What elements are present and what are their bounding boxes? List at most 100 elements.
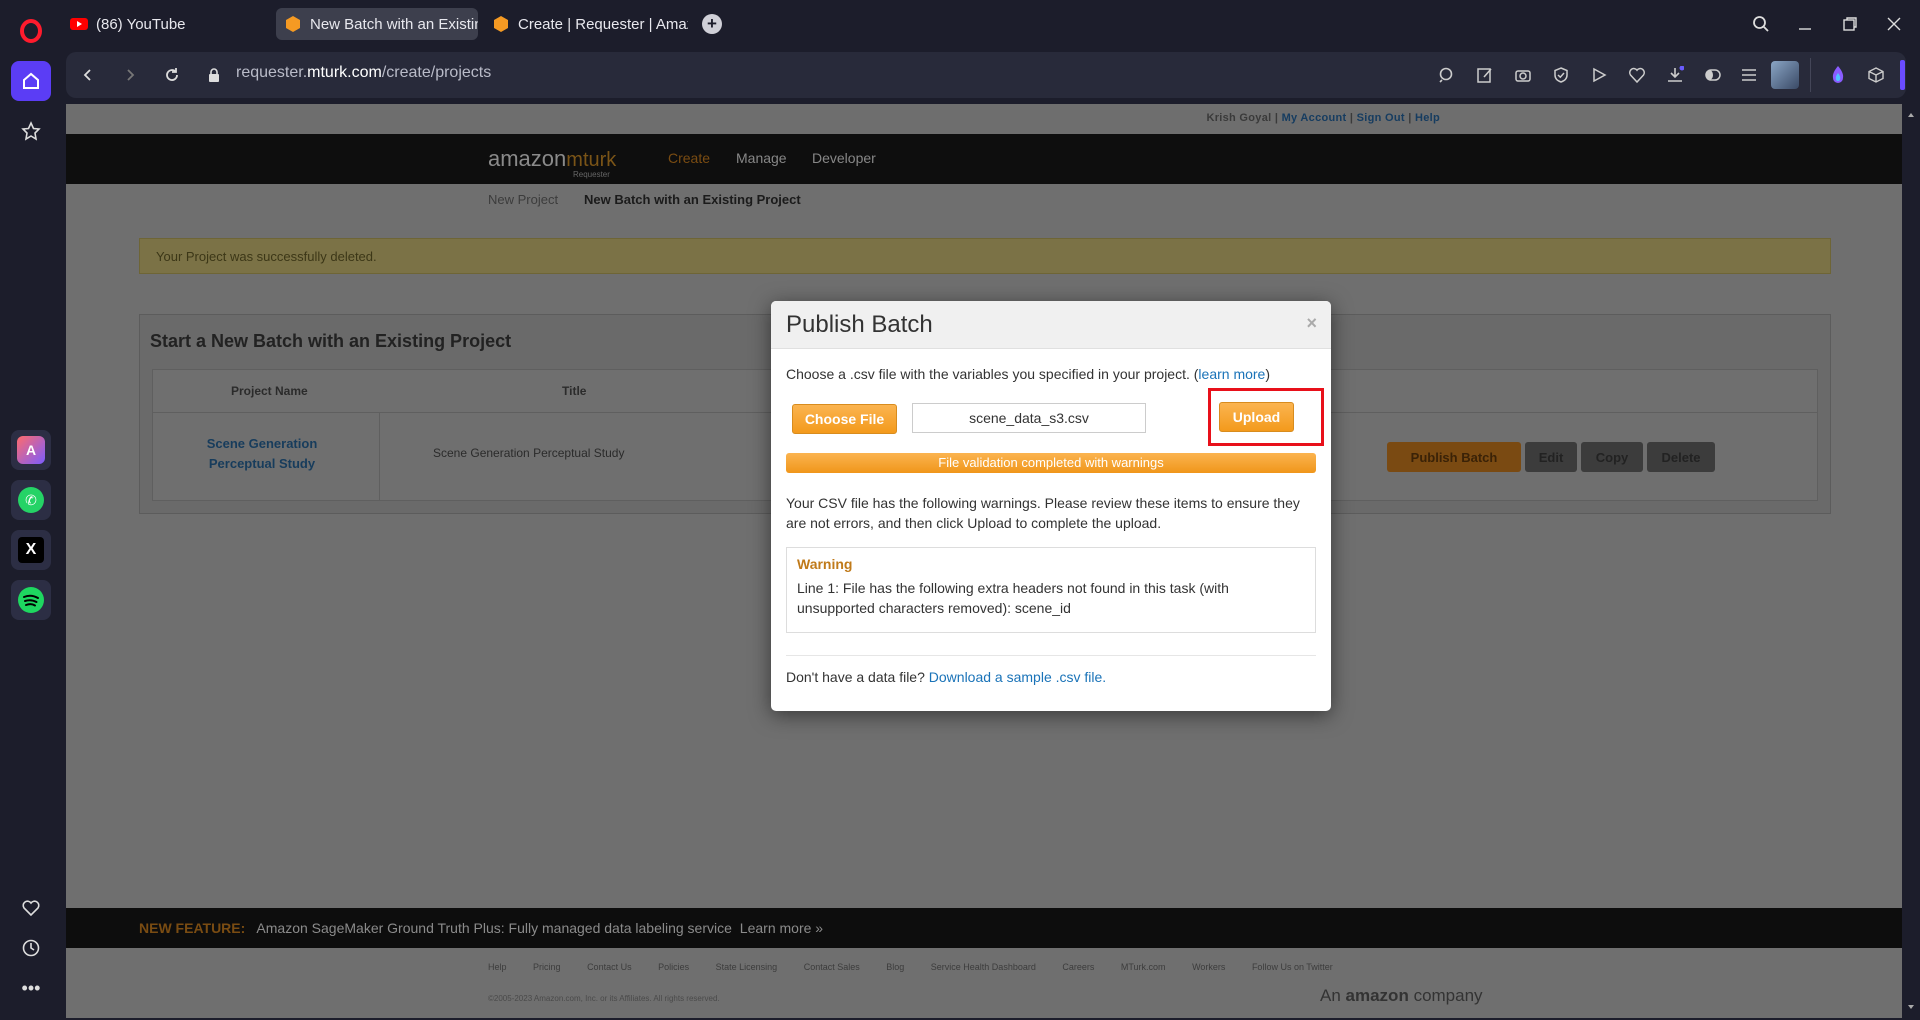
tab-label: (86) YouTube bbox=[96, 15, 186, 33]
tab-new-batch[interactable]: New Batch with an Existing bbox=[276, 8, 478, 40]
extensions-cube-icon[interactable] bbox=[1865, 64, 1887, 86]
footer-link[interactable]: Help bbox=[488, 962, 507, 972]
search-tabs-icon[interactable] bbox=[1747, 10, 1775, 38]
back-icon[interactable] bbox=[76, 63, 100, 87]
play-icon[interactable] bbox=[1588, 64, 1610, 86]
more-icon[interactable]: ••• bbox=[11, 968, 51, 1008]
heart-icon[interactable] bbox=[1626, 64, 1648, 86]
minimize-icon[interactable] bbox=[1791, 10, 1819, 38]
whatsapp-icon[interactable]: ✆ bbox=[11, 480, 51, 520]
aria-flame-icon[interactable] bbox=[1827, 64, 1849, 86]
amazon-company-prefix: An bbox=[1320, 986, 1341, 1005]
publish-batch-button[interactable]: Publish Batch bbox=[1387, 442, 1521, 472]
project-name-link[interactable]: Scene Generation Perceptual Study bbox=[173, 434, 351, 474]
reload-icon[interactable] bbox=[160, 63, 184, 87]
col-divider bbox=[379, 412, 380, 500]
warning-box: Warning Line 1: File has the following e… bbox=[786, 547, 1316, 633]
opera-logo-icon[interactable] bbox=[11, 11, 51, 51]
logo-sub: Requester bbox=[573, 170, 610, 179]
footer-links: Help Pricing Contact Us Policies State L… bbox=[488, 962, 1357, 972]
modal-instruction: Choose a .csv file with the variables yo… bbox=[786, 366, 1270, 382]
camera-icon[interactable] bbox=[1512, 64, 1534, 86]
footer-link[interactable]: MTurk.com bbox=[1121, 962, 1166, 972]
publish-batch-modal: Publish Batch × Choose a .csv file with … bbox=[771, 301, 1331, 711]
footer-link[interactable]: Contact Us bbox=[587, 962, 632, 972]
divider bbox=[1810, 58, 1811, 92]
page-scrollbar[interactable] bbox=[1904, 104, 1918, 1018]
download-sample-link[interactable]: Download a sample .csv file. bbox=[929, 669, 1106, 685]
my-account-link[interactable]: My Account bbox=[1282, 112, 1347, 124]
url-domain: mturk.com bbox=[307, 64, 382, 81]
edit-button[interactable]: Edit bbox=[1525, 442, 1577, 472]
data-file-prompt: Don't have a data file? Download a sampl… bbox=[786, 669, 1106, 685]
forward-icon[interactable] bbox=[118, 63, 142, 87]
mturk-logo[interactable]: amazonmturk Requester bbox=[488, 146, 617, 179]
tab-bar: (86) YouTube New Batch with an Existing … bbox=[62, 0, 1920, 48]
bookmarks-icon[interactable] bbox=[11, 111, 51, 151]
youtube-icon bbox=[70, 15, 88, 33]
restore-icon[interactable] bbox=[1836, 10, 1864, 38]
footer-link[interactable]: Contact Sales bbox=[804, 962, 860, 972]
footer-link[interactable]: Workers bbox=[1192, 962, 1225, 972]
address-bar: requester.mturk.com/create/projects bbox=[66, 52, 1906, 98]
footer-link[interactable]: State Licensing bbox=[716, 962, 778, 972]
logo-amazon: amazon bbox=[488, 146, 567, 171]
footer-twitter-link[interactable]: Follow Us on Twitter bbox=[1252, 962, 1333, 972]
breadcrumb-new-project[interactable]: New Project bbox=[488, 192, 558, 207]
easy-setup-icon[interactable] bbox=[1702, 64, 1724, 86]
new-tab-icon[interactable]: + bbox=[702, 14, 722, 34]
nav-create[interactable]: Create bbox=[668, 150, 710, 166]
success-alert: Your Project was successfully deleted. bbox=[139, 238, 1831, 274]
nav-manage[interactable]: Manage bbox=[736, 150, 787, 166]
top-strip: Krish Goyal | My Account | Sign Out | He… bbox=[66, 104, 1902, 134]
upload-button[interactable]: Upload bbox=[1219, 402, 1294, 432]
footer-link[interactable]: Careers bbox=[1062, 962, 1094, 972]
mturk-icon bbox=[284, 15, 302, 33]
scroll-up-icon[interactable] bbox=[1904, 108, 1918, 122]
download-icon[interactable] bbox=[1664, 64, 1686, 86]
history-icon[interactable] bbox=[11, 928, 51, 968]
avatar[interactable] bbox=[1771, 61, 1799, 89]
home-icon[interactable] bbox=[11, 61, 51, 101]
amazon-company-suffix: company bbox=[1413, 986, 1483, 1005]
banner-learn-more-link[interactable]: Learn more » bbox=[740, 920, 823, 936]
edit-icon[interactable] bbox=[1474, 64, 1496, 86]
sidebar-toggle[interactable] bbox=[1900, 60, 1905, 90]
copy-button[interactable]: Copy bbox=[1581, 442, 1643, 472]
file-name-field[interactable]: scene_data_s3.csv bbox=[912, 403, 1146, 433]
aria-app-icon[interactable]: A bbox=[11, 430, 51, 470]
logo-mturk: mturk bbox=[566, 149, 617, 171]
banner-text: Amazon SageMaker Ground Truth Plus: Full… bbox=[256, 920, 732, 936]
instruction-text: Choose a .csv file with the variables yo… bbox=[786, 366, 1199, 382]
new-feature-banner: NEW FEATURE: Amazon SageMaker Ground Tru… bbox=[66, 908, 1902, 948]
x-twitter-icon[interactable]: X bbox=[11, 530, 51, 570]
footer-link[interactable]: Service Health Dashboard bbox=[931, 962, 1036, 972]
shield-icon[interactable] bbox=[1550, 64, 1572, 86]
url-field[interactable]: requester.mturk.com/create/projects bbox=[236, 64, 491, 82]
scroll-down-icon[interactable] bbox=[1904, 1000, 1918, 1014]
menu-icon[interactable] bbox=[1738, 64, 1760, 86]
warnings-intro: Your CSV file has the following warnings… bbox=[786, 495, 1300, 531]
learn-more-link[interactable]: learn more bbox=[1198, 366, 1265, 382]
tab-label: New Batch with an Existing bbox=[310, 15, 478, 33]
no-data-file-text: Don't have a data file? bbox=[786, 669, 925, 685]
sign-out-link[interactable]: Sign Out bbox=[1357, 112, 1405, 124]
user-name: Krish Goyal bbox=[1206, 112, 1272, 124]
help-link[interactable]: Help bbox=[1415, 112, 1440, 124]
panel-title: Start a New Batch with an Existing Proje… bbox=[150, 331, 512, 351]
nav-developer[interactable]: Developer bbox=[812, 150, 876, 166]
lens-search-icon[interactable] bbox=[1436, 64, 1458, 86]
heart-icon[interactable] bbox=[11, 888, 51, 928]
footer-link[interactable]: Pricing bbox=[533, 962, 561, 972]
spotify-icon[interactable] bbox=[11, 580, 51, 620]
footer-link[interactable]: Policies bbox=[658, 962, 689, 972]
lock-icon[interactable] bbox=[202, 63, 226, 87]
delete-button[interactable]: Delete bbox=[1647, 442, 1715, 472]
footer-link[interactable]: Blog bbox=[886, 962, 904, 972]
tab-label: Create | Requester | Amazo bbox=[518, 15, 688, 33]
tab-create-requester[interactable]: Create | Requester | Amazo bbox=[484, 8, 688, 40]
choose-file-button[interactable]: Choose File bbox=[792, 404, 897, 434]
close-icon[interactable]: × bbox=[1306, 313, 1317, 334]
close-window-icon[interactable] bbox=[1880, 10, 1908, 38]
tab-youtube[interactable]: (86) YouTube bbox=[62, 8, 262, 40]
